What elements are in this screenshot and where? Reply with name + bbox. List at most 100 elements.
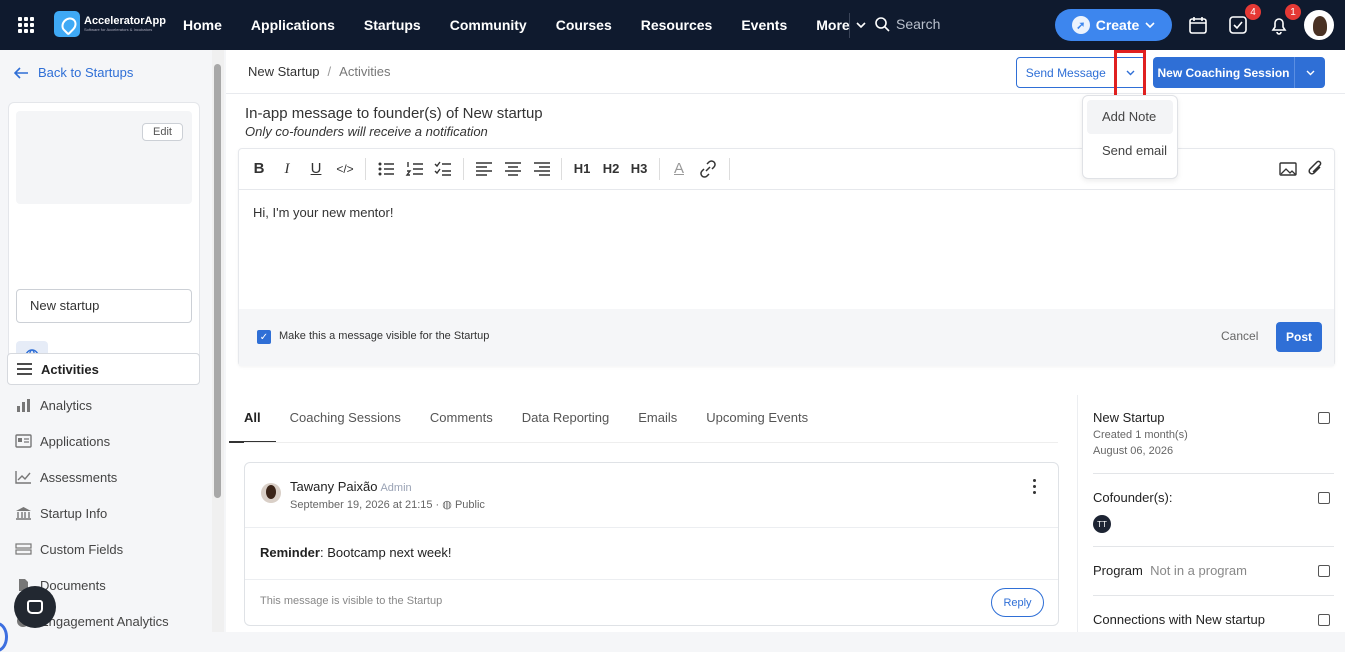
cofounder-avatar[interactable]: TT — [1093, 515, 1111, 533]
back-label: Back to Startups — [38, 65, 134, 80]
reply-button[interactable]: Reply — [991, 588, 1044, 617]
app-logo[interactable]: AcceleratorApp Software for Accelerators… — [54, 11, 166, 37]
user-avatar[interactable] — [1304, 10, 1334, 40]
align-left-icon[interactable] — [474, 161, 494, 177]
breadcrumb-parent[interactable]: New Startup — [248, 64, 320, 79]
bullet-list-icon[interactable] — [376, 161, 396, 177]
nav-applications[interactable]: Applications — [251, 17, 335, 33]
new-coaching-dropdown-toggle[interactable] — [1295, 57, 1325, 88]
post-button[interactable]: Post — [1276, 322, 1322, 352]
checklist-icon[interactable] — [433, 161, 453, 177]
tab-all[interactable]: All — [229, 410, 276, 443]
menu-item-add-note[interactable]: Add Note — [1087, 100, 1173, 134]
menu-label: Startup Info — [40, 505, 108, 521]
scrollbar-thumb[interactable] — [214, 64, 221, 498]
edit-button[interactable]: Edit — [142, 123, 183, 141]
sidebar-scrollbar[interactable] — [212, 50, 224, 632]
tab-upcoming-events[interactable]: Upcoming Events — [706, 410, 808, 443]
edit-icon[interactable] — [1318, 492, 1330, 504]
menu-item-activities[interactable]: Activities — [7, 353, 200, 385]
apps-grid-icon[interactable] — [18, 17, 34, 33]
heading1-button[interactable]: H1 — [572, 160, 592, 178]
nav-resources[interactable]: Resources — [641, 17, 713, 33]
heading2-button[interactable]: H2 — [601, 160, 621, 178]
breadcrumb: New Startup / Activities — [248, 64, 390, 79]
align-right-icon[interactable] — [532, 161, 552, 177]
back-to-startups-link[interactable]: Back to Startups — [14, 65, 133, 80]
menu-item-custom-fields[interactable]: Custom Fields — [7, 531, 200, 567]
tab-comments[interactable]: Comments — [430, 410, 493, 443]
nav-more[interactable]: More — [816, 17, 866, 33]
composer-subtitle: Only co-founders will receive a notifica… — [245, 124, 488, 139]
id-card-icon — [15, 434, 32, 448]
new-coaching-session-button[interactable]: New Coaching Session — [1153, 57, 1295, 88]
composer-title: In-app message to founder(s) of New star… — [245, 105, 543, 122]
menu-item-applications[interactable]: Applications — [7, 423, 200, 459]
image-icon[interactable] — [1278, 161, 1298, 177]
search-placeholder: Search — [896, 16, 941, 32]
edit-icon[interactable] — [1318, 412, 1330, 424]
startup-name-field[interactable]: New startup — [16, 289, 192, 323]
menu-label: Analytics — [40, 397, 93, 413]
post-header: Tawany Paixão Admin September 19, 2026 at… — [245, 463, 1058, 528]
tabs-divider — [244, 442, 1058, 443]
new-coaching-split-button: New Coaching Session — [1153, 57, 1325, 88]
editor-text[interactable]: Hi, I'm your new mentor! — [253, 205, 393, 220]
menu-item-assessments[interactable]: Assessments — [7, 459, 200, 495]
edit-icon[interactable] — [1318, 565, 1330, 577]
editor-footer: ✓ Make this a message visible for the St… — [239, 309, 1334, 366]
main-content: New Startup / Activities Send Message New … — [226, 50, 1345, 632]
numbered-list-icon[interactable] — [405, 161, 425, 177]
code-button[interactable]: </> — [335, 160, 355, 178]
search-icon — [875, 16, 890, 32]
create-button[interactable]: ➚ Create — [1055, 9, 1172, 41]
post-label: Reminder — [260, 545, 320, 560]
details-cofounders: Cofounder(s): TT — [1093, 490, 1334, 547]
tasks-icon[interactable] — [1228, 15, 1248, 35]
underline-button[interactable]: U — [306, 160, 326, 178]
bold-button[interactable]: B — [249, 160, 269, 178]
breadcrumb-separator: / — [327, 64, 332, 79]
nav-divider — [849, 13, 850, 38]
menu-item-send-email[interactable]: Send email — [1087, 134, 1173, 168]
chevron-down-icon — [856, 22, 866, 28]
edit-icon[interactable] — [1318, 614, 1330, 626]
nav-home[interactable]: Home — [183, 17, 222, 33]
visible-checkbox[interactable]: ✓ — [257, 330, 271, 344]
more-options-icon[interactable] — [1033, 479, 1037, 494]
link-icon[interactable] — [698, 160, 718, 178]
attachment-icon[interactable] — [1306, 160, 1326, 178]
sidebar: Back to Startups Edit New startup Activi… — [0, 50, 210, 652]
menu-item-startup-info[interactable]: Startup Info — [7, 495, 200, 531]
tab-coaching-sessions[interactable]: Coaching Sessions — [290, 410, 401, 443]
align-center-icon[interactable] — [503, 161, 523, 177]
visible-checkbox-label[interactable]: Make this a message visible for the Star… — [279, 330, 489, 342]
page-header: New Startup / Activities Send Message New … — [226, 50, 1345, 104]
tab-emails[interactable]: Emails — [638, 410, 677, 443]
nav-startups[interactable]: Startups — [364, 17, 421, 33]
chat-launcher-button[interactable] — [14, 586, 56, 628]
font-color-button[interactable]: A — [669, 160, 689, 178]
author-avatar — [261, 483, 281, 503]
activity-post: Tawany Paixão Admin September 19, 2026 at… — [244, 462, 1059, 626]
nav-courses[interactable]: Courses — [556, 17, 612, 33]
menu-item-analytics[interactable]: Analytics — [7, 387, 200, 423]
tab-data-reporting[interactable]: Data Reporting — [522, 410, 609, 443]
nav-events[interactable]: Events — [741, 17, 787, 33]
cancel-button[interactable]: Cancel — [1221, 329, 1258, 343]
send-message-button[interactable]: Send Message — [1017, 58, 1116, 87]
top-navbar: AcceleratorApp Software for Accelerators… — [0, 0, 1345, 50]
post-footer: This message is visible to the Startup R… — [245, 580, 1058, 626]
post-text: : Bootcamp next week! — [319, 545, 452, 560]
italic-button[interactable]: I — [277, 160, 297, 178]
nav-community[interactable]: Community — [450, 17, 527, 33]
tasks-badge: 4 — [1245, 4, 1261, 20]
connections-label: Connections with New startup — [1093, 612, 1265, 627]
chevron-down-icon — [1306, 70, 1314, 75]
details-overview: New Startup Created 1 month(s) August 06… — [1093, 410, 1334, 474]
bell-icon[interactable] — [1269, 15, 1289, 35]
search-input[interactable]: Search — [875, 16, 940, 32]
send-message-dropdown-menu: Add Note Send email — [1082, 95, 1178, 179]
calendar-icon[interactable] — [1188, 15, 1208, 35]
heading3-button[interactable]: H3 — [629, 160, 649, 178]
